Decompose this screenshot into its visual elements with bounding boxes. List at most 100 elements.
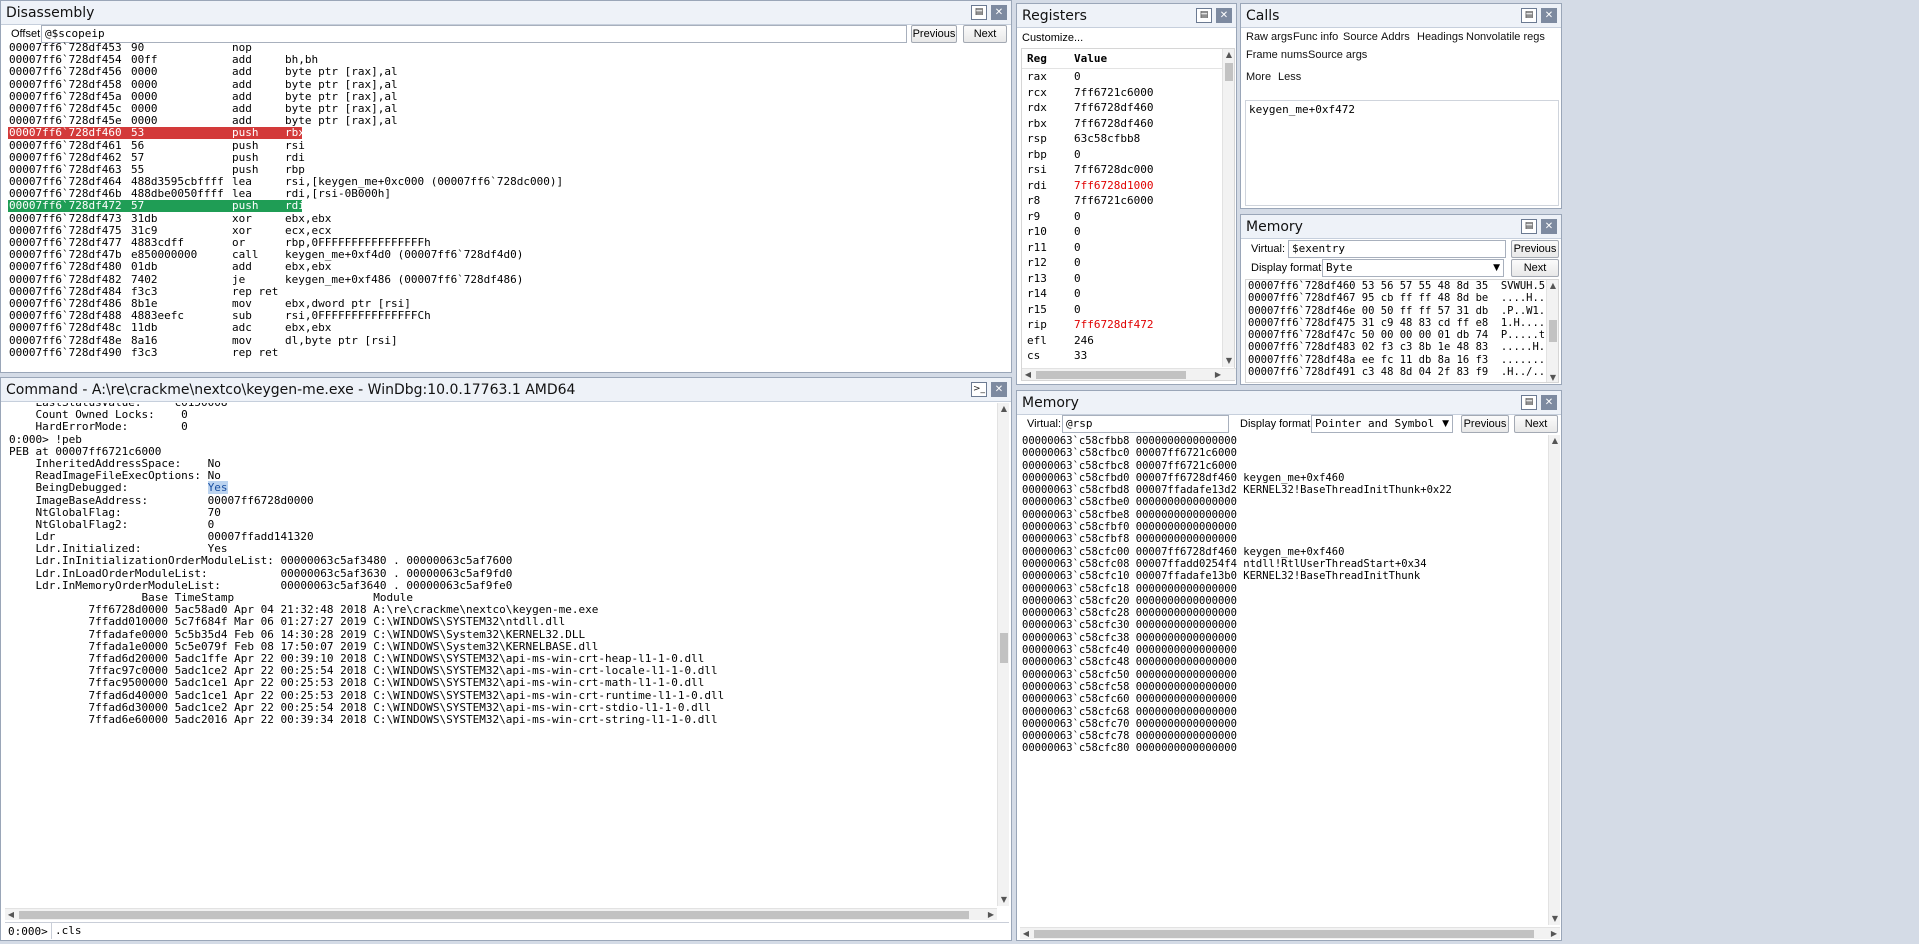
memory-line[interactable]: 00000063`c58cfc30 0000000000000000 xyxy=(1022,619,1452,631)
register-row[interactable]: rdx 7ff6728df460 xyxy=(1022,100,1234,116)
window-options-icon[interactable]: ▤ xyxy=(1521,8,1537,23)
disassembly-line[interactable]: 00007ff6`728df45e 0000 add byte ptr [rax],a… xyxy=(9,114,999,127)
command-output[interactable]: LastStatusValue: c0150008 Count Owned Lo… xyxy=(5,403,1009,920)
scroll-thumb[interactable] xyxy=(1036,371,1186,379)
memory-line[interactable]: 00007ff6`728df48a ee fc 11 db 8a 16 f3 .… xyxy=(1248,354,1558,366)
scroll-right-icon[interactable]: ▶ xyxy=(985,909,997,920)
registers-vscroll[interactable]: ▲ ▼ xyxy=(1222,49,1234,367)
register-row[interactable]: rdi 7ff6728d1000 xyxy=(1022,178,1234,194)
memory-line[interactable]: 00000063`c58cfc40 0000000000000000 xyxy=(1022,644,1452,656)
register-value[interactable]: 33 xyxy=(1074,348,1087,364)
register-value[interactable]: 0 xyxy=(1074,209,1081,225)
register-row[interactable]: rsp 63c58cfbb8 xyxy=(1022,131,1234,147)
scroll-right-icon[interactable]: ▶ xyxy=(1548,928,1560,939)
disassembly-line[interactable]: 00007ff6`728df484 f3c3 rep ret xyxy=(9,285,999,298)
memory-line[interactable]: 00000063`c58cfc50 0000000000000000 xyxy=(1022,669,1452,681)
register-row[interactable]: rbx 7ff6728df460 xyxy=(1022,116,1234,132)
memory-line[interactable]: 00007ff6`728df467 95 cb ff ff 48 8d be .… xyxy=(1248,292,1558,304)
virtual-address-input[interactable]: @rsp xyxy=(1062,415,1229,433)
window-options-icon[interactable]: ▤ xyxy=(1521,395,1537,410)
close-icon[interactable]: ✕ xyxy=(991,5,1007,20)
display-format-select[interactable]: Byte ▼ xyxy=(1322,259,1504,277)
memory-line[interactable]: 00000063`c58cfbc0 00007ff6721c6000 xyxy=(1022,447,1452,459)
memory-hscroll[interactable]: ◀ ▶ xyxy=(1020,927,1560,939)
scroll-up-icon[interactable]: ▲ xyxy=(998,403,1009,415)
scroll-up-icon[interactable]: ▲ xyxy=(1547,280,1558,292)
disassembly-line[interactable]: 00007ff6`728df48c 11db adc ebx,ebx xyxy=(9,322,999,334)
memory-line[interactable]: 00000063`c58cfc60 0000000000000000 xyxy=(1022,693,1452,705)
window-options-icon[interactable]: ▤ xyxy=(1521,219,1537,234)
memory-byte-view[interactable]: 00007ff6`728df460 53 56 57 55 48 8d 35 S… xyxy=(1245,279,1559,383)
scroll-thumb[interactable] xyxy=(1549,320,1557,342)
memory-line[interactable]: 00000063`c58cfc80 0000000000000000 xyxy=(1022,742,1452,754)
memory-line[interactable]: 00000063`c58cfbc8 00007ff6721c6000 xyxy=(1022,460,1452,472)
register-row[interactable]: cs 33 xyxy=(1022,348,1234,364)
close-icon[interactable]: ✕ xyxy=(1541,219,1557,234)
more-option[interactable]: More xyxy=(1246,71,1271,83)
memory-line[interactable]: 00000063`c58cfc58 0000000000000000 xyxy=(1022,681,1452,693)
previous-button[interactable]: Previous xyxy=(1461,415,1509,433)
memory-pointer-view[interactable]: 00000063`c58cfbb8 0000000000000000 000000… xyxy=(1020,435,1560,939)
raw-args-option[interactable]: Raw args xyxy=(1246,31,1292,43)
nonvolatile-regs-option[interactable]: Nonvolatile regs xyxy=(1466,31,1545,43)
memory-line[interactable]: 00000063`c58cfc70 0000000000000000 xyxy=(1022,718,1452,730)
disassembly-line[interactable]: 00007ff6`728df462 57 push rdi xyxy=(9,151,999,164)
register-row[interactable]: r8 7ff6721c6000 xyxy=(1022,193,1234,209)
registers-hscroll[interactable]: ◀ ▶ xyxy=(1022,368,1236,380)
call-stack-frame[interactable]: keygen_me+0xf472 xyxy=(1249,103,1555,116)
disassembly-line[interactable]: 00007ff6`728df490 f3c3 rep ret xyxy=(9,346,999,359)
register-value[interactable]: 7ff6721c6000 xyxy=(1074,193,1153,209)
register-row[interactable]: r11 0 xyxy=(1022,240,1234,256)
register-row[interactable]: rip 7ff6728df472 xyxy=(1022,317,1234,333)
scroll-right-icon[interactable]: ▶ xyxy=(1212,369,1224,381)
register-value[interactable]: 7ff6721c6000 xyxy=(1074,85,1153,101)
scroll-thumb[interactable] xyxy=(1225,63,1233,81)
memory-line[interactable]: 00007ff6`728df47c 50 00 00 00 01 db 74 P… xyxy=(1248,329,1558,341)
register-value[interactable]: 0 xyxy=(1074,69,1081,85)
memory-line[interactable]: 00007ff6`728df491 c3 48 8d 04 2f 83 f9 .… xyxy=(1248,366,1558,378)
register-value[interactable]: 246 xyxy=(1074,333,1094,349)
scroll-left-icon[interactable]: ◀ xyxy=(5,909,17,920)
register-row[interactable]: r13 0 xyxy=(1022,271,1234,287)
memory-line[interactable]: 00000063`c58cfbd8 00007ffadafe13d2 KERNE… xyxy=(1022,484,1452,496)
memory-vscroll[interactable]: ▲ ▼ xyxy=(1548,435,1560,925)
register-row[interactable]: rbp 0 xyxy=(1022,147,1234,163)
register-row[interactable]: r12 0 xyxy=(1022,255,1234,271)
offset-input[interactable]: @$scopeip xyxy=(41,25,907,43)
memory-line[interactable]: 00007ff6`728df483 02 f3 c3 8b 1e 48 83 .… xyxy=(1248,341,1558,353)
func-info-option[interactable]: Func info xyxy=(1293,31,1338,43)
headings-option[interactable]: Headings xyxy=(1417,31,1463,43)
memory-line[interactable]: 00000063`c58cfc78 0000000000000000 xyxy=(1022,730,1452,742)
register-value[interactable]: 7ff6728df472 xyxy=(1074,317,1153,333)
register-value[interactable]: 0 xyxy=(1074,147,1081,163)
register-value[interactable]: 7ff6728dc000 xyxy=(1074,162,1153,178)
disassembly-listing[interactable]: 00007ff6`728df453 90 nop 00007ff6`728df454 0… xyxy=(8,41,999,359)
memory-line[interactable]: 00007ff6`728df475 31 c9 48 83 cd ff e8 1… xyxy=(1248,317,1558,329)
next-button[interactable]: Next xyxy=(963,25,1007,43)
scroll-left-icon[interactable]: ◀ xyxy=(1022,369,1034,381)
next-button[interactable]: Next xyxy=(1511,259,1559,277)
source-option[interactable]: Source xyxy=(1343,31,1378,43)
register-value[interactable]: 0 xyxy=(1074,255,1081,271)
memory-line[interactable]: 00000063`c58cfc18 0000000000000000 xyxy=(1022,583,1452,595)
disassembly-line[interactable]: 00007ff6`728df458 0000 add byte ptr [rax],a… xyxy=(9,78,999,91)
register-value[interactable]: 7ff6728d1000 xyxy=(1074,178,1153,194)
register-value[interactable]: 0 xyxy=(1074,271,1081,287)
memory-line[interactable]: 00000063`c58cfc10 00007ffadafe13b0 KERNE… xyxy=(1022,570,1452,582)
memory-line[interactable]: 00000063`c58cfbd0 00007ff6728df460 keyge… xyxy=(1022,472,1452,484)
disassembly-line[interactable]: 00007ff6`728df480 01db add ebx,ebx xyxy=(9,261,999,273)
scroll-down-icon[interactable]: ▼ xyxy=(998,894,1009,906)
scroll-up-icon[interactable]: ▲ xyxy=(1223,49,1235,61)
source-args-option[interactable]: Source args xyxy=(1308,49,1367,61)
memory-line[interactable]: 00007ff6`728df460 53 56 57 55 48 8d 35 S… xyxy=(1248,280,1558,292)
register-row[interactable]: r15 0 xyxy=(1022,302,1234,318)
scroll-thumb[interactable] xyxy=(1034,930,1534,938)
disassembly-line[interactable]: 00007ff6`728df45a 0000 add byte ptr [rax],a… xyxy=(9,90,999,103)
disassembly-line[interactable]: 00007ff6`728df460 53 push rbx xyxy=(8,127,999,140)
close-icon[interactable]: ✕ xyxy=(1541,395,1557,410)
register-value[interactable]: 63c58cfbb8 xyxy=(1074,131,1140,147)
customize-link[interactable]: Customize... xyxy=(1022,32,1083,44)
command-input[interactable]: .cls xyxy=(51,923,1006,939)
scroll-thumb[interactable] xyxy=(19,911,969,919)
disassembly-line[interactable]: 00007ff6`728df482 7402 je keygen_me+0xf486 … xyxy=(9,273,999,286)
